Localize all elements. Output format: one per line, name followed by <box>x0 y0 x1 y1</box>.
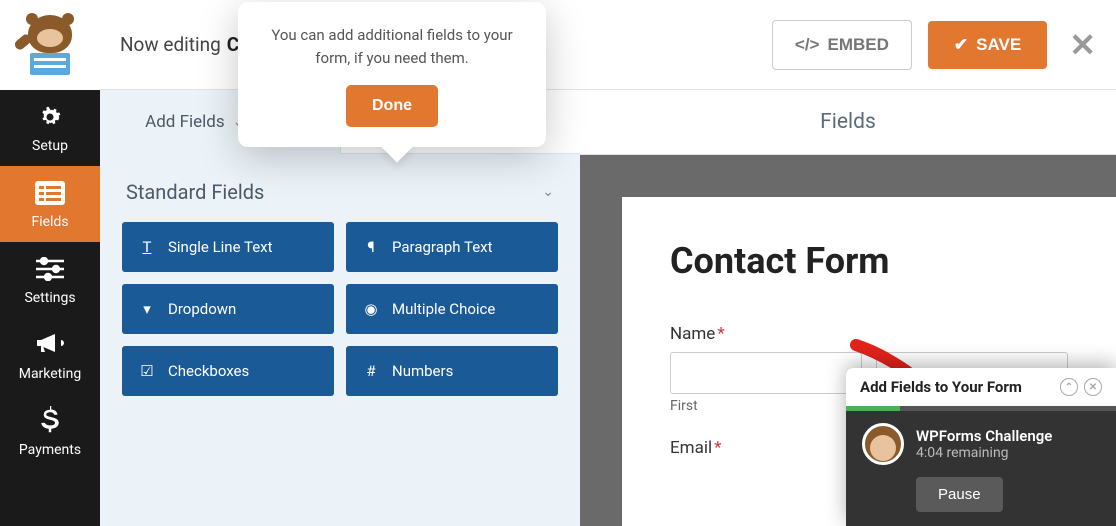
nav-label: Fields <box>31 214 68 230</box>
field-single-line-text[interactable]: T Single Line Text <box>122 222 334 272</box>
field-multiple-choice[interactable]: ◉ Multiple Choice <box>346 284 558 334</box>
form-title: Contact Form <box>670 241 1068 282</box>
preview-area: Contact Form Name* First <box>580 155 1116 526</box>
sublabel-first: First <box>670 398 862 414</box>
field-label: Paragraph Text <box>392 238 493 256</box>
field-checkboxes[interactable]: ☑ Checkboxes <box>122 346 334 396</box>
tooltip-text: You can add additional fields to your fo… <box>258 24 526 69</box>
save-label: SAVE <box>976 35 1021 55</box>
checkbox-icon: ☑ <box>138 362 156 380</box>
field-label: Checkboxes <box>168 362 249 380</box>
field-paragraph-text[interactable]: ¶ Paragraph Text <box>346 222 558 272</box>
first-name-input[interactable] <box>670 352 862 394</box>
nav-marketing[interactable]: Marketing <box>0 318 100 394</box>
challenge-widget: Add Fields to Your Form ⌃ ✕ WPForms Chal… <box>846 368 1116 526</box>
dollar-icon <box>35 406 65 436</box>
check-icon: ✔ <box>954 35 968 55</box>
tab-label: Add Fields <box>145 112 225 132</box>
dropdown-icon: ▾ <box>138 300 156 318</box>
sliders-icon <box>35 254 65 284</box>
close-icon[interactable]: ✕ <box>1084 378 1102 396</box>
field-label: Dropdown <box>168 300 236 318</box>
nav-payments[interactable]: Payments <box>0 394 100 470</box>
close-button[interactable]: ✕ <box>1069 26 1096 64</box>
challenge-time: 4:04 remaining <box>916 445 1052 461</box>
gear-icon <box>35 102 65 132</box>
embed-icon: </> <box>795 35 820 55</box>
nav-setup[interactable]: Setup <box>0 90 100 166</box>
preview-section-title: Fields <box>580 90 1116 155</box>
section-standard-fields[interactable]: Standard Fields ⌄ <box>100 154 580 222</box>
text-icon: T <box>138 238 156 256</box>
fields-panel: Add Fields ⌄ Field Options › Standard Fi… <box>100 90 580 526</box>
challenge-step-title: Add Fields to Your Form <box>860 378 1022 396</box>
field-numbers[interactable]: # Numbers <box>346 346 558 396</box>
radio-icon: ◉ <box>362 300 380 318</box>
nav-fields[interactable]: Fields <box>0 166 100 242</box>
list-icon <box>35 178 65 208</box>
wpforms-logo <box>0 0 100 90</box>
nav-label: Marketing <box>19 366 82 382</box>
nav-label: Payments <box>19 442 81 458</box>
megaphone-icon <box>35 330 65 360</box>
name-label: Name* <box>670 324 1068 344</box>
nav-label: Setup <box>32 138 68 154</box>
embed-label: EMBED <box>827 35 888 55</box>
chevron-down-icon: ⌄ <box>542 184 554 200</box>
onboarding-tooltip: You can add additional fields to your fo… <box>238 2 546 147</box>
field-label: Multiple Choice <box>392 300 495 318</box>
field-grid: T Single Line Text ¶ Paragraph Text ▾ Dr… <box>100 222 580 418</box>
minimize-icon[interactable]: ⌃ <box>1060 378 1078 396</box>
left-nav-rail: Setup Fields Settings Marketing Payments <box>0 0 100 526</box>
hash-icon: # <box>362 362 380 380</box>
save-button[interactable]: ✔ SAVE <box>928 21 1047 69</box>
section-title: Standard Fields <box>126 180 264 204</box>
embed-button[interactable]: </> EMBED <box>772 20 912 70</box>
editing-prefix: Now editing <box>120 33 221 56</box>
field-label: Single Line Text <box>168 238 273 256</box>
paragraph-icon: ¶ <box>362 238 380 256</box>
field-label: Numbers <box>392 362 453 380</box>
field-dropdown[interactable]: ▾ Dropdown <box>122 284 334 334</box>
pause-button[interactable]: Pause <box>916 477 1003 512</box>
nav-settings[interactable]: Settings <box>0 242 100 318</box>
nav-label: Settings <box>24 290 75 306</box>
challenge-title: WPForms Challenge <box>916 427 1052 445</box>
done-button[interactable]: Done <box>346 85 438 127</box>
challenge-avatar <box>862 423 904 465</box>
